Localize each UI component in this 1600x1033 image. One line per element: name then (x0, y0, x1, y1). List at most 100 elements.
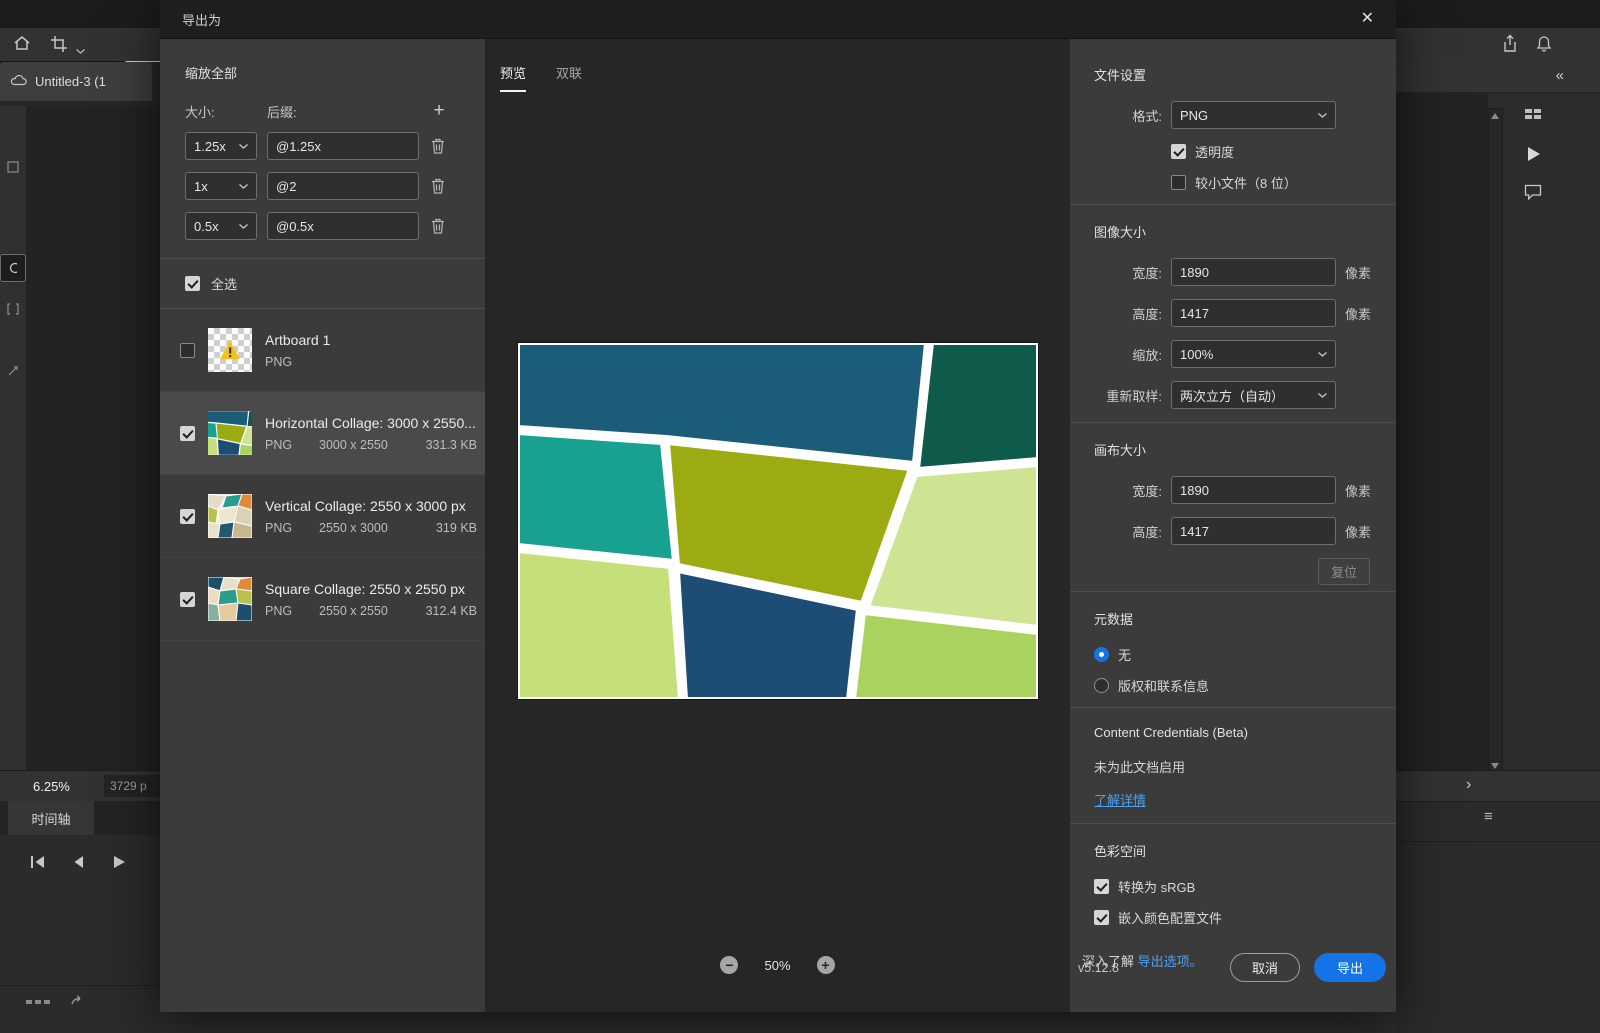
suffix-input[interactable] (267, 172, 419, 200)
item-checkbox[interactable] (180, 342, 195, 358)
list-item-square-collage[interactable]: Square Collage: 2550 x 2550 px PNG 2550 … (160, 558, 485, 641)
crop-tool-icon[interactable] (50, 35, 68, 56)
scale-row: 0.5x (185, 212, 447, 240)
metadata-copyright-radio[interactable] (1094, 678, 1109, 693)
play-panel-icon[interactable] (1526, 146, 1541, 165)
zoom-out-button[interactable]: − (720, 956, 739, 974)
document-tab[interactable]: Untitled-3 (1 (0, 62, 152, 101)
tab-preview[interactable]: 预览 (500, 63, 527, 92)
scale-all-heading: 缩放全部 (185, 66, 238, 81)
right-panel-dock: « › ≡ (1396, 61, 1600, 1033)
item-checkbox[interactable] (180, 591, 195, 607)
chevron-right-icon[interactable]: › (1466, 776, 1471, 794)
crop-tool-chevron-icon[interactable] (76, 42, 85, 57)
delete-scale-button[interactable] (431, 178, 447, 194)
content-credentials-status: 未为此文档启用 (1094, 760, 1186, 775)
image-width-input[interactable] (1171, 258, 1336, 286)
pixels-label: 像素 (1345, 265, 1372, 281)
learn-more-link[interactable]: 了解详情 (1094, 793, 1146, 808)
item-name: Horizontal Collage: 3000 x 2550... (265, 414, 476, 431)
scroll-down-icon[interactable] (1491, 763, 1499, 769)
toolbar-active-tool-icon[interactable] (0, 254, 26, 282)
canvas-area-right (1396, 92, 1488, 770)
square-collage-thumbnail (208, 577, 252, 621)
share-icon[interactable] (1500, 34, 1520, 57)
canvas-height-input[interactable] (1171, 517, 1336, 545)
home-icon[interactable] (12, 34, 32, 57)
height-label: 高度: (1132, 524, 1162, 540)
panel-grid-icon[interactable] (1524, 108, 1542, 126)
delete-scale-button[interactable] (431, 218, 447, 234)
image-height-input[interactable] (1171, 299, 1336, 327)
item-checkbox[interactable] (180, 425, 195, 441)
list-item-artboard[interactable]: Artboard 1 PNG (160, 309, 485, 392)
scale-select[interactable]: 100% (1171, 340, 1336, 368)
transparency-checkbox[interactable] (1171, 144, 1186, 159)
item-format: PNG (265, 603, 293, 618)
preview-canvas[interactable] (518, 343, 1038, 699)
item-dims: 2550 x 2550 (319, 603, 388, 618)
dialog-footer: v5.12.8 取消 导出 (1070, 953, 1396, 982)
convert-srgb-label: 转换为 sRGB (1118, 880, 1196, 895)
list-item-horizontal-collage[interactable]: Horizontal Collage: 3000 x 2550... PNG 3… (160, 392, 485, 475)
preview-zoom-value[interactable]: 50% (764, 958, 790, 973)
timeline-tab[interactable]: 时间轴 (8, 801, 94, 835)
trash-icon (432, 138, 444, 154)
toolbar-tool-icon[interactable] (0, 358, 26, 384)
close-icon[interactable]: ✕ (1361, 11, 1374, 27)
item-format: PNG (265, 520, 293, 535)
content-credentials-heading: Content Credentials (Beta) (1094, 725, 1248, 740)
add-scale-button[interactable]: + (431, 100, 447, 122)
scale-size-select[interactable]: 0.5x (185, 212, 257, 240)
document-info: 3729 p (104, 775, 166, 797)
suffix-input[interactable] (267, 212, 419, 240)
toolbar-tool-icon[interactable] (0, 154, 26, 180)
smaller-file-checkbox[interactable] (1171, 175, 1186, 190)
chevron-down-icon (1318, 392, 1327, 398)
select-all-label: 全选 (211, 277, 238, 292)
bell-icon[interactable] (1534, 34, 1554, 57)
scale-row: 1.25x (185, 132, 447, 160)
reset-button[interactable]: 复位 (1317, 558, 1370, 585)
suffix-input[interactable] (267, 132, 419, 160)
height-label: 高度: (1132, 306, 1162, 322)
play-icon[interactable] (112, 855, 126, 872)
zoom-in-button[interactable]: + (816, 956, 835, 974)
tab-2up[interactable]: 双联 (556, 63, 582, 92)
cancel-button[interactable]: 取消 (1230, 953, 1300, 982)
scale-size-select[interactable]: 1x (185, 172, 257, 200)
item-name: Square Collage: 2550 x 2550 px (265, 580, 466, 597)
format-label: 格式: (1132, 108, 1162, 124)
comment-icon[interactable] (1524, 184, 1542, 203)
metadata-none-radio[interactable] (1094, 647, 1109, 662)
item-checkbox[interactable] (180, 508, 195, 524)
toolbar-tool-icon[interactable] (0, 296, 26, 322)
item-name: Artboard 1 (265, 331, 331, 348)
suffix-label: 后缀: (267, 104, 297, 120)
scale-size-select[interactable]: 1.25x (185, 132, 257, 160)
preview-panel: 预览 双联 − 50% + (485, 39, 1070, 1012)
panel-header (1396, 61, 1600, 93)
vertical-scrollbar[interactable] (1488, 108, 1503, 774)
embed-profile-checkbox[interactable] (1094, 910, 1109, 925)
first-frame-icon[interactable] (30, 855, 46, 872)
metadata-heading: 元数据 (1094, 612, 1134, 627)
canvas-width-input[interactable] (1171, 476, 1336, 504)
chevron-down-icon (239, 143, 248, 149)
export-button[interactable]: 导出 (1314, 953, 1386, 982)
collapse-panels-icon[interactable]: « (1556, 67, 1564, 84)
list-item-vertical-collage[interactable]: Vertical Collage: 2550 x 3000 px PNG 255… (160, 475, 485, 558)
format-select[interactable]: PNG (1171, 101, 1336, 129)
select-all-checkbox[interactable] (185, 276, 200, 291)
frames-icon[interactable] (26, 994, 52, 1009)
vertical-collage-thumbnail (208, 494, 252, 538)
scroll-up-icon[interactable] (1491, 113, 1499, 119)
resample-select[interactable]: 两次立方（自动） (1171, 381, 1336, 409)
delete-scale-button[interactable] (431, 138, 447, 154)
zoom-level[interactable]: 6.25% (33, 779, 70, 794)
convert-srgb-checkbox[interactable] (1094, 879, 1109, 894)
status-bar: 6.25% 3729 p (0, 770, 166, 802)
previous-frame-icon[interactable] (72, 855, 86, 872)
panel-menu-icon[interactable]: ≡ (1484, 808, 1493, 825)
export-arrow-icon[interactable] (70, 994, 86, 1009)
